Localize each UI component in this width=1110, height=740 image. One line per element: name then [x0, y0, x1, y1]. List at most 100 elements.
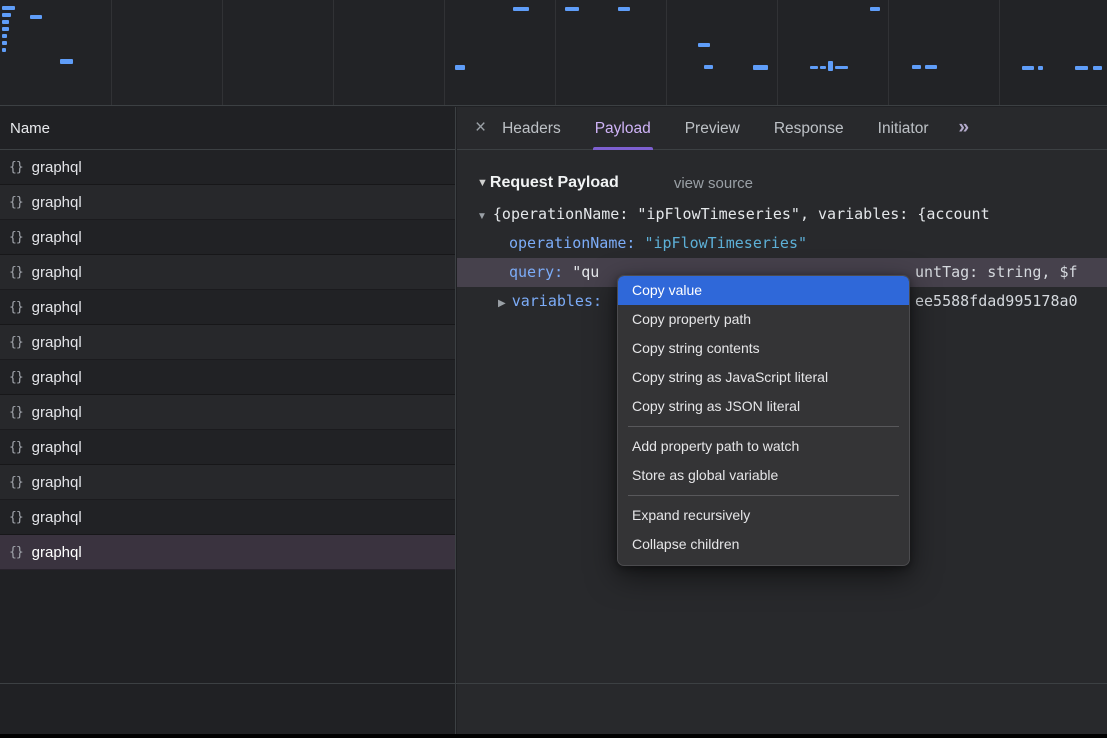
- column-header-name[interactable]: Name: [0, 107, 455, 150]
- request-payload-section[interactable]: ▼ Request Payload view source: [457, 166, 1107, 200]
- timeline-bar: [925, 65, 937, 69]
- tab-payload[interactable]: Payload: [595, 107, 651, 150]
- timeline-bar: [1022, 66, 1034, 70]
- timeline-bar: [835, 66, 848, 69]
- request-name: graphql: [32, 299, 82, 316]
- devtools-window: Name {}graphql{}graphql{}graphql{}graphq…: [0, 0, 1107, 738]
- property-value-right: untTag: string, $f: [915, 258, 1078, 287]
- timeline-gridline: [333, 0, 334, 105]
- fetch-icon: {}: [9, 475, 23, 490]
- request-name: graphql: [32, 509, 82, 526]
- fetch-icon: {}: [9, 545, 23, 560]
- fetch-icon: {}: [9, 370, 23, 385]
- property-key: query:: [509, 263, 563, 281]
- request-row[interactable]: {}graphql: [0, 185, 455, 220]
- fetch-icon: {}: [9, 160, 23, 175]
- property-value: "ipFlowTimeseries": [644, 234, 807, 252]
- menu-item-store-as-global-variable[interactable]: Store as global variable: [618, 461, 909, 490]
- timeline-bar: [2, 13, 11, 17]
- timeline-bar: [912, 65, 921, 69]
- request-rows: {} graphql {} graphql {} graphql {} graphql {} gr…: [0, 150, 455, 570]
- menu-item-add-property-path-to-watch[interactable]: Add property path to watch: [618, 432, 909, 461]
- timeline-gridline: [222, 0, 223, 105]
- timeline-gridline: [888, 0, 889, 105]
- menu-item-collapse-children[interactable]: Collapse children: [618, 530, 909, 559]
- request-name: graphql: [32, 159, 82, 176]
- fetch-icon: {}: [9, 440, 23, 455]
- request-row[interactable]: {} graphql: [0, 500, 455, 535]
- timeline-bar: [565, 7, 579, 11]
- timeline-gridline: [666, 0, 667, 105]
- request-row[interactable]: {} graphql: [0, 255, 455, 290]
- details-tab-bar: × Headers Payload Preview Response Initiator…: [457, 107, 1107, 150]
- timeline-bar: [820, 66, 826, 69]
- operation-name-row[interactable]: operationName: "ipFlowTimeseries": [457, 229, 1107, 258]
- timeline-gridline: [555, 0, 556, 105]
- request-row[interactable]: {} graphql: [0, 430, 455, 465]
- request-row[interactable]: {} graphql: [0, 150, 455, 185]
- fetch-icon: {}: [9, 300, 23, 315]
- menu-item-copy-string-contents[interactable]: Copy string contents: [618, 334, 909, 363]
- request-row[interactable]: {} graphql: [0, 465, 455, 500]
- timeline-bar: [870, 7, 880, 11]
- menu-item-copy-value[interactable]: Copy value: [618, 276, 909, 305]
- timeline-bar: [60, 59, 73, 64]
- request-row[interactable]: {}graphql: [0, 220, 455, 255]
- timeline-bar: [2, 48, 6, 52]
- menu-item-expand-recursively[interactable]: Expand recursively: [618, 501, 909, 530]
- timeline-bar: [2, 34, 7, 38]
- timeline-bar: [753, 65, 768, 70]
- request-row[interactable]: {} graphql: [0, 360, 455, 395]
- menu-item-copy-string-as-json-literal[interactable]: Copy string as JSON literal: [618, 392, 909, 421]
- request-row[interactable]: {}graphql: [0, 325, 455, 360]
- menu-item-copy-string-as-javascript-literal[interactable]: Copy string as JavaScript literal: [618, 363, 909, 392]
- footer-divider: [0, 683, 1107, 684]
- network-request-list-panel: Name {}graphql{}graphql{}graphql{}graphq…: [0, 107, 456, 734]
- request-name: graphql: [32, 264, 82, 281]
- request-name: graphql: [32, 404, 82, 421]
- timeline-bar: [30, 15, 42, 19]
- tab-response[interactable]: Response: [774, 107, 844, 150]
- tabs-container: Headers Payload Preview Response Initiator: [502, 107, 928, 150]
- tab-initiator[interactable]: Initiator: [878, 107, 929, 150]
- payload-root-row[interactable]: ▼ {operationName: "ipFlowTimeseries", var…: [457, 200, 1107, 229]
- fetch-icon: {}: [9, 265, 23, 280]
- timeline-bar: [2, 41, 7, 45]
- request-name: graphql: [32, 474, 82, 491]
- request-name: graphql: [32, 439, 82, 456]
- timeline-bar: [1038, 66, 1043, 70]
- fetch-icon: {}: [9, 335, 23, 350]
- request-name: graphql: [32, 369, 82, 386]
- timeline-bar: [2, 27, 9, 31]
- timeline-bar: [1093, 66, 1102, 70]
- expanded-triangle-icon: ▼: [477, 211, 487, 222]
- view-source-link[interactable]: view source: [674, 175, 753, 192]
- request-row[interactable]: {} graphql: [0, 395, 455, 430]
- more-tabs-icon[interactable]: »: [959, 117, 968, 139]
- property-key: variables:: [512, 292, 602, 310]
- menu-item-copy-property-path[interactable]: Copy property path: [618, 305, 909, 334]
- request-row[interactable]: {} graphql: [0, 290, 455, 325]
- fetch-icon: {}: [9, 510, 23, 525]
- fetch-icon: {}: [9, 405, 23, 420]
- payload-preview-text: {operationName: "ipFlowTimeseries", vari…: [493, 205, 990, 223]
- property-value-left: "qu: [572, 263, 599, 281]
- collapsed-triangle-icon: ▶: [498, 298, 506, 309]
- timeline-bar: [2, 20, 9, 24]
- tab-preview[interactable]: Preview: [685, 107, 740, 150]
- timeline-bar: [828, 61, 833, 71]
- request-row[interactable]: {}graphql: [0, 535, 455, 570]
- timeline-gridline: [777, 0, 778, 105]
- timeline-bar: [2, 6, 15, 10]
- menu-separator: [628, 426, 899, 427]
- property-value-right: ee5588fdad995178a0: [915, 287, 1078, 316]
- tab-headers[interactable]: Headers: [502, 107, 561, 150]
- timeline-bar: [455, 65, 465, 70]
- fetch-icon: {}: [9, 195, 23, 210]
- network-overview-timeline[interactable]: [0, 0, 1107, 106]
- close-icon[interactable]: ×: [475, 117, 486, 139]
- timeline-bar: [1075, 66, 1088, 70]
- timeline-bar: [698, 43, 710, 47]
- property-key: operationName:: [509, 234, 635, 252]
- timeline-gridline: [444, 0, 445, 105]
